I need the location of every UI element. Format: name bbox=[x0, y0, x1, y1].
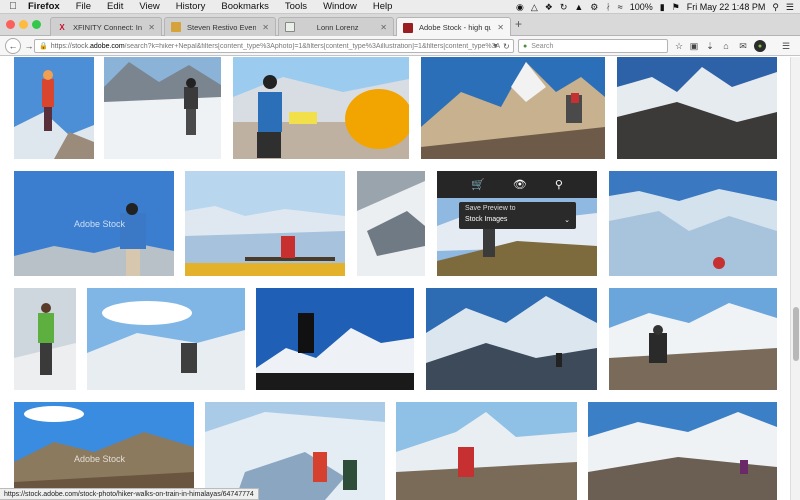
restivo-icon bbox=[171, 22, 181, 32]
tab-title: Steven Restivo Event Servic... bbox=[187, 22, 257, 32]
bookmark-star-icon[interactable]: ☆ bbox=[673, 40, 685, 52]
back-button[interactable]: ← bbox=[5, 38, 21, 54]
close-tab-icon[interactable]: ✕ bbox=[262, 23, 269, 32]
apple-menu-icon[interactable]:  bbox=[0, 1, 26, 12]
url-prefix: https://stock. bbox=[50, 42, 91, 50]
evernote-icon[interactable]: △ bbox=[531, 0, 538, 14]
dropbox-icon[interactable]: ❖ bbox=[545, 0, 553, 14]
stock-image-result[interactable] bbox=[609, 171, 777, 276]
drive-icon[interactable]: ▲ bbox=[574, 0, 583, 14]
search-icon[interactable]: ⚲ bbox=[772, 0, 779, 14]
page-scrollbar[interactable] bbox=[790, 57, 800, 500]
tab-strip: X XFINITY Connect: Inbox (863) ✕ Steven … bbox=[0, 14, 800, 37]
stock-image-result[interactable] bbox=[357, 171, 425, 276]
menu-edit[interactable]: Edit bbox=[99, 1, 131, 12]
adobe-stock-watermark: Adobe Stock bbox=[74, 454, 126, 464]
close-tab-icon[interactable]: ✕ bbox=[148, 23, 155, 32]
stock-image-result[interactable] bbox=[185, 171, 345, 276]
library-select-value: Stock Images bbox=[465, 216, 508, 223]
bluetooth-icon[interactable]: ᛅ bbox=[605, 0, 610, 14]
downloads-icon[interactable]: ⇣ bbox=[704, 40, 716, 52]
google-search-icon[interactable]: ● bbox=[523, 43, 527, 50]
stock-image-result[interactable] bbox=[87, 288, 245, 390]
tab-lonn-lorenz[interactable]: Lonn Lorenz ✕ bbox=[278, 17, 394, 36]
preview-eye-icon[interactable]: 👁 bbox=[513, 178, 527, 191]
menu-view[interactable]: View bbox=[131, 1, 167, 12]
new-tab-button[interactable]: + bbox=[515, 17, 522, 31]
menu-help[interactable]: Help bbox=[365, 1, 401, 12]
extension-icon[interactable]: ● bbox=[754, 40, 766, 52]
chat-icon[interactable]: ✉ bbox=[737, 40, 749, 52]
close-window-icon[interactable] bbox=[6, 20, 15, 29]
save-preview-label: Save Preview to bbox=[465, 205, 516, 212]
reload-icon[interactable]: ↻ bbox=[503, 39, 510, 53]
stock-results-grid: Adobe Stock Adobe Stock 🛒 👁 ⚲ Save Previ… bbox=[0, 57, 790, 500]
stock-image-result[interactable] bbox=[588, 402, 777, 500]
url-history-dropdown-icon[interactable]: ▼ bbox=[492, 39, 499, 53]
wifi-icon[interactable]: ≈ bbox=[618, 0, 623, 14]
menubar-status-area: ◉ △ ❖ ↻ ▲ ⚙ ᛅ ≈ 100% ▮ ⚑ Fri May 22 1:48… bbox=[516, 0, 800, 14]
notification-list-icon[interactable]: ☰ bbox=[786, 0, 794, 14]
stock-image-result[interactable] bbox=[396, 402, 577, 500]
xfinity-icon: X bbox=[59, 22, 65, 32]
stock-image-result[interactable]: Adobe Stock bbox=[14, 402, 194, 500]
stock-image-result[interactable] bbox=[421, 57, 605, 159]
scrollbar-thumb[interactable] bbox=[793, 307, 799, 361]
navigation-toolbar: ← → 🔒 https://stock. adobe.com/search?k=h… bbox=[0, 36, 800, 56]
save-preview-popup[interactable]: Save Preview to Stock Images ⌄ bbox=[459, 202, 576, 229]
stock-image-result[interactable] bbox=[205, 402, 385, 500]
close-tab-icon[interactable]: ✕ bbox=[380, 23, 387, 32]
battery-percent[interactable]: 100% bbox=[630, 2, 653, 12]
tab-title: XFINITY Connect: Inbox (863) bbox=[73, 22, 143, 32]
sync-icon[interactable]: ↻ bbox=[560, 0, 568, 14]
zoom-window-icon[interactable] bbox=[32, 20, 41, 29]
search-placeholder: Search bbox=[531, 42, 554, 50]
menu-bookmarks[interactable]: Bookmarks bbox=[213, 1, 277, 12]
tab-xfinity[interactable]: X XFINITY Connect: Inbox (863) ✕ bbox=[50, 17, 162, 36]
chevron-down-icon: ⌄ bbox=[564, 217, 570, 224]
add-to-cart-icon[interactable]: 🛒 bbox=[471, 178, 485, 191]
stock-image-result[interactable]: Adobe Stock bbox=[14, 171, 174, 276]
page-icon bbox=[285, 22, 295, 32]
url-domain: adobe.com bbox=[90, 42, 125, 50]
tab-title: Adobe Stock - high quality r... bbox=[419, 23, 491, 32]
skype-icon[interactable]: ◉ bbox=[516, 0, 524, 14]
url-bar[interactable]: 🔒 https://stock. adobe.com/search?k=hiker… bbox=[34, 39, 514, 53]
hamburger-menu-icon[interactable]: ☰ bbox=[780, 40, 792, 52]
tab-title: Lonn Lorenz bbox=[316, 22, 359, 32]
stock-image-result[interactable] bbox=[233, 57, 409, 159]
stock-image-result[interactable] bbox=[617, 57, 777, 159]
stock-image-result[interactable] bbox=[14, 57, 94, 159]
lock-icon[interactable]: 🔒 bbox=[39, 42, 48, 50]
menu-tools[interactable]: Tools bbox=[277, 1, 315, 12]
tab-adobe-stock[interactable]: Adobe Stock - high quality r... ✕ bbox=[396, 17, 511, 37]
menu-window[interactable]: Window bbox=[315, 1, 365, 12]
battery-icon: ▮ bbox=[659, 1, 665, 12]
home-icon[interactable]: ⌂ bbox=[720, 40, 732, 52]
menubar-clock[interactable]: Fri May 22 1:48 PM bbox=[687, 2, 766, 12]
gear-icon[interactable]: ⚙ bbox=[590, 0, 598, 14]
menu-history[interactable]: History bbox=[168, 1, 214, 12]
macos-menubar:  Firefox File Edit View History Bookmar… bbox=[0, 0, 800, 14]
close-tab-icon[interactable]: ✕ bbox=[497, 23, 504, 32]
adobe-stock-icon bbox=[403, 22, 413, 33]
stock-image-result[interactable] bbox=[104, 57, 221, 159]
minimize-window-icon[interactable] bbox=[19, 20, 28, 29]
image-hover-toolbar: 🛒 👁 ⚲ bbox=[437, 171, 597, 198]
url-path: /search?k=hiker+Nepal&filters[content_ty… bbox=[124, 42, 501, 50]
menu-app-name[interactable]: Firefox bbox=[26, 1, 68, 12]
link-status-bar: https://stock.adobe.com/stock-photo/hike… bbox=[0, 488, 259, 500]
tab-restivo[interactable]: Steven Restivo Event Servic... ✕ bbox=[164, 17, 276, 36]
search-bar[interactable]: ● Search bbox=[518, 39, 668, 53]
reading-list-icon[interactable]: ▣ bbox=[688, 40, 700, 52]
menu-file[interactable]: File bbox=[68, 1, 99, 12]
library-select[interactable]: Stock Images ⌄ bbox=[465, 216, 570, 224]
stock-image-result[interactable] bbox=[14, 288, 76, 390]
stock-image-result[interactable] bbox=[426, 288, 597, 390]
adobe-stock-watermark: Adobe Stock bbox=[74, 219, 126, 229]
stock-image-result[interactable] bbox=[609, 288, 777, 390]
find-similar-icon[interactable]: ⚲ bbox=[555, 178, 563, 191]
flag-icon[interactable]: ⚑ bbox=[672, 0, 680, 14]
stock-image-result[interactable] bbox=[256, 288, 414, 390]
